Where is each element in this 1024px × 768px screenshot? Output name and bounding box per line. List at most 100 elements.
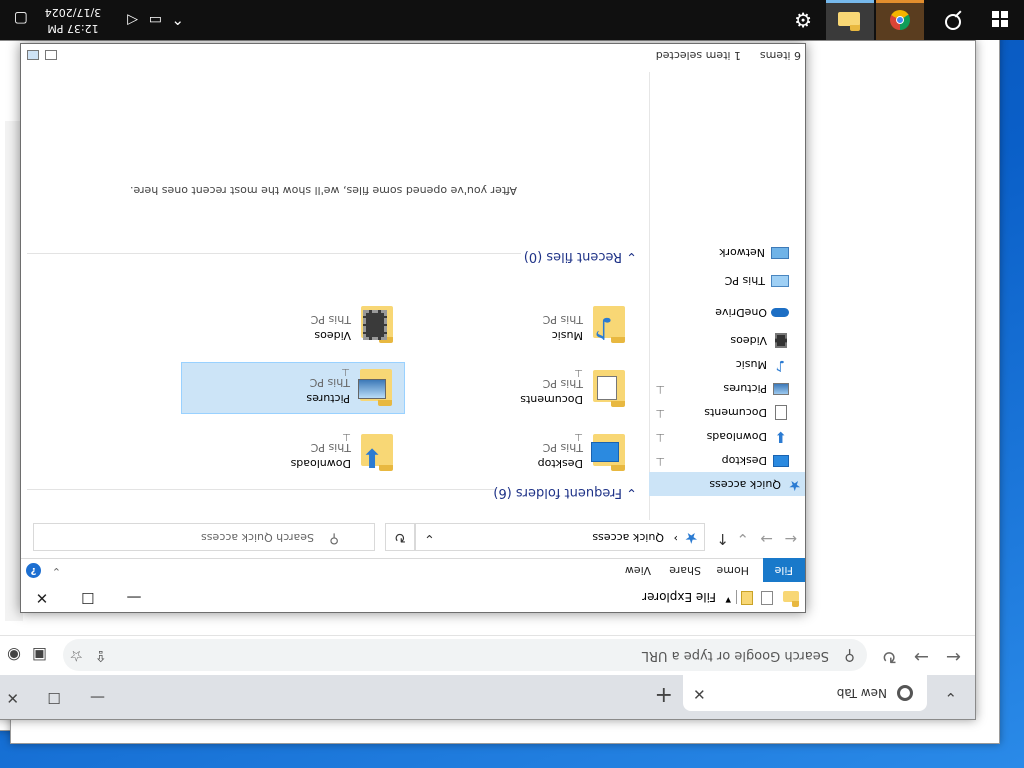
- item-count: 6 items: [759, 49, 801, 62]
- recent-locations-icon[interactable]: ⌄: [736, 530, 749, 548]
- minimize-icon[interactable]: —: [90, 689, 105, 707]
- title-bar: ▾ File Explorer — ☐ ✕: [21, 582, 805, 612]
- bookmark-star-icon[interactable]: ☆: [70, 647, 83, 665]
- folder-tile-pictures[interactable]: Pictures This PC ⊥: [181, 362, 405, 414]
- folder-tile-videos[interactable]: Videos This PC: [181, 298, 405, 350]
- omnibox-placeholder: Search Google or type a URL: [641, 648, 829, 663]
- folder-location: This PC: [310, 313, 351, 326]
- separator: [736, 590, 737, 604]
- quick-access-star-icon: ★: [788, 477, 801, 493]
- quick-access-toolbar-dropdown-icon[interactable]: ▾: [725, 594, 731, 607]
- address-row: ← → ⌄ ↑ ★ › Quick access ⌄ ↻ ⚲ Search Qu…: [21, 520, 805, 556]
- reload-icon[interactable]: ↻: [882, 646, 897, 667]
- nav-item-pictures[interactable]: Pictures ⊥: [649, 376, 805, 400]
- chevron-up-icon[interactable]: ⌃: [171, 10, 184, 28]
- status-bar: 6 items 1 item selected: [21, 44, 805, 64]
- divider: [27, 253, 521, 254]
- nav-item-videos[interactable]: Videos: [649, 328, 805, 352]
- folder-name: Downloads: [290, 457, 351, 470]
- refresh-button[interactable]: ↻: [385, 523, 415, 551]
- back-icon[interactable]: ←: [946, 646, 961, 667]
- nav-label: Downloads: [706, 430, 767, 443]
- document-icon: [775, 405, 787, 420]
- tab-view[interactable]: View: [613, 558, 663, 582]
- nav-item-desktop[interactable]: Desktop ⊥: [649, 448, 805, 472]
- help-icon[interactable]: ?: [26, 563, 41, 578]
- up-icon[interactable]: ↑: [716, 530, 729, 548]
- navigation-pane: ★ Quick access Desktop ⊥ ⬇ Downloads ⊥ D…: [649, 72, 805, 520]
- new-tab-button[interactable]: +: [655, 682, 673, 707]
- cloud-icon: [771, 308, 789, 317]
- properties-icon[interactable]: [761, 591, 773, 605]
- nav-item-music[interactable]: ♪ Music: [649, 352, 805, 376]
- section-title: Frequent folders (6): [493, 485, 622, 500]
- settings-gear-icon[interactable]: ⚙: [778, 0, 826, 40]
- picture-icon: [773, 383, 789, 395]
- ribbon: File Home Share View ⌄ ?: [21, 558, 805, 582]
- profile-icon[interactable]: ◉: [7, 646, 21, 665]
- nav-onedrive[interactable]: OneDrive: [649, 300, 805, 324]
- breadcrumb-chevron-icon[interactable]: ›: [674, 532, 678, 545]
- nav-network[interactable]: Network: [649, 240, 805, 264]
- folder-tile-downloads[interactable]: ⬇ Downloads This PC ⊥: [181, 426, 405, 478]
- details-view-icon[interactable]: [45, 50, 57, 60]
- tab-share[interactable]: Share: [657, 558, 713, 582]
- folder-tile-music[interactable]: ♪ Music This PC: [413, 298, 637, 350]
- nav-label: Desktop: [721, 454, 767, 467]
- minimize-icon[interactable]: —: [111, 589, 157, 607]
- folder-tile-documents[interactable]: Documents This PC ⊥: [413, 362, 637, 414]
- nav-item-downloads[interactable]: ⬇ Downloads ⊥: [649, 424, 805, 448]
- nav-this-pc[interactable]: This PC: [649, 268, 805, 292]
- share-icon[interactable]: ⇪: [94, 647, 107, 665]
- desktop-scene: ⌄ New Tab ✕ + — ☐ ✕ ← → ↻ ⚲ Search Googl…: [0, 0, 1024, 768]
- search-input[interactable]: ⚲ Search Quick access: [33, 523, 375, 551]
- tab-search-icon[interactable]: ⌄: [944, 689, 957, 707]
- forward-icon[interactable]: →: [914, 646, 929, 667]
- quick-access-star-icon: ★: [684, 529, 698, 547]
- folder-name: Desktop: [537, 457, 583, 470]
- menu-icon[interactable]: ⋮: [0, 646, 3, 665]
- close-tab-icon[interactable]: ✕: [693, 685, 706, 703]
- maximize-icon[interactable]: ☐: [65, 589, 111, 607]
- file-explorer-taskbar-icon[interactable]: [826, 0, 874, 40]
- close-icon[interactable]: ✕: [19, 589, 65, 607]
- expand-ribbon-icon[interactable]: ⌄: [52, 565, 61, 578]
- network-icon[interactable]: ▭: [149, 12, 162, 28]
- back-icon[interactable]: ←: [784, 530, 797, 548]
- search-icon[interactable]: [928, 0, 976, 40]
- chrome-favicon-icon: [897, 685, 913, 701]
- folder-location: This PC: [310, 441, 351, 454]
- forward-icon[interactable]: →: [760, 530, 773, 548]
- folder-name: Music: [551, 329, 583, 342]
- clock[interactable]: 12:37 PM 3/17/2024: [36, 4, 110, 36]
- nav-quick-access[interactable]: ★ Quick access: [649, 472, 805, 496]
- start-button[interactable]: [976, 0, 1024, 40]
- notifications-icon[interactable]: ▢: [14, 10, 28, 28]
- volume-muted-icon[interactable]: ◁: [127, 12, 138, 28]
- folder-location: This PC: [542, 313, 583, 326]
- nav-label: OneDrive: [715, 306, 767, 319]
- frequent-folders-header[interactable]: ⌄ Frequent folders (6): [493, 485, 637, 500]
- address-bar[interactable]: ★ › Quick access ⌄: [415, 523, 705, 551]
- chrome-taskbar-icon[interactable]: [876, 0, 924, 40]
- tab-file[interactable]: File: [762, 558, 805, 582]
- side-panel-icon[interactable]: ▣: [32, 646, 47, 665]
- breadcrumb[interactable]: Quick access: [592, 531, 664, 544]
- file-explorer-window: ▾ File Explorer — ☐ ✕ File Home Share Vi…: [20, 43, 806, 613]
- desktop-icon: [773, 455, 789, 467]
- maximize-icon[interactable]: ☐: [48, 689, 61, 707]
- recent-files-header[interactable]: ⌄ Recent files (0): [524, 249, 637, 264]
- folder-name: Documents: [520, 393, 583, 406]
- tab-strip: ⌄ New Tab ✕ + — ☐ ✕: [0, 675, 975, 719]
- address-dropdown-icon[interactable]: ⌄: [424, 531, 435, 546]
- folder-tile-desktop[interactable]: Desktop This PC ⊥: [413, 426, 637, 478]
- large-icons-view-icon[interactable]: [27, 50, 39, 60]
- close-icon[interactable]: ✕: [6, 689, 19, 707]
- nav-label: Music: [735, 358, 767, 371]
- omnibox[interactable]: ⚲ Search Google or type a URL ⇪ ☆: [63, 639, 867, 671]
- nav-item-documents[interactable]: Documents ⊥: [649, 400, 805, 424]
- tab-new-tab[interactable]: New Tab ✕: [683, 675, 927, 711]
- folder-icon: [359, 306, 395, 346]
- new-folder-icon[interactable]: [741, 591, 753, 605]
- folder-icon: [358, 369, 394, 409]
